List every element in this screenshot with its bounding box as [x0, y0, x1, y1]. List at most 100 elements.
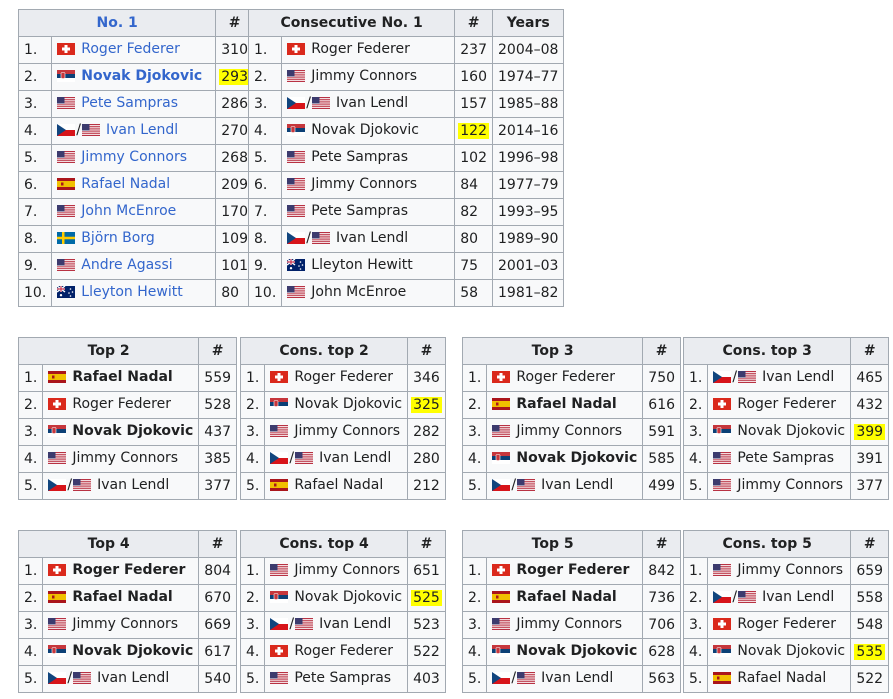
- usa-flag-icon: [48, 618, 67, 634]
- weeks-value: 499: [648, 478, 676, 494]
- weeks-count-cell: 157: [454, 90, 493, 118]
- rank-cell: 3.: [239, 611, 266, 639]
- switzerland-flag-icon: [713, 398, 732, 414]
- table-title-text: Cons. top 5: [722, 536, 812, 552]
- flag-separator: /: [76, 122, 81, 138]
- rank-cell: 8.: [17, 225, 53, 253]
- rank-cell: 3.: [17, 90, 53, 118]
- spain-flag-icon: [492, 398, 511, 414]
- weeks-count-cell: 399: [850, 418, 890, 446]
- usa-flag-icon: [57, 205, 76, 221]
- rank-cell: 3.: [461, 418, 488, 446]
- serbia-flag-icon: [270, 591, 289, 607]
- player-name: Rafael Nadal: [72, 369, 173, 385]
- rank-cell: 2.: [461, 391, 488, 419]
- czechoslovakia-flag-icon: [270, 618, 289, 634]
- table-row: 1. Roger Federer 750: [461, 364, 682, 392]
- table-row: 2. Roger Federer 528: [17, 391, 238, 419]
- serbia-flag-icon: [48, 425, 67, 441]
- player-name: Roger Federer: [737, 616, 836, 632]
- player-name[interactable]: Jimmy Connors: [81, 149, 187, 165]
- player-name: Ivan Lendl: [762, 589, 835, 605]
- weeks-count-cell: 82: [454, 198, 493, 226]
- weeks-value: 522: [856, 671, 884, 687]
- player-cell: Jimmy Connors: [42, 445, 200, 473]
- switzerland-flag-icon: [57, 43, 76, 59]
- player-name[interactable]: John McEnroe: [81, 203, 176, 219]
- player-name: Ivan Lendl: [97, 477, 170, 493]
- player-name[interactable]: Ivan Lendl: [106, 122, 178, 138]
- table-title-text[interactable]: No. 1: [96, 15, 137, 31]
- table-row: 4. Pete Sampras 391: [682, 445, 890, 473]
- rank-cell: 1.: [239, 557, 266, 585]
- player-name: Jimmy Connors: [737, 477, 844, 493]
- weeks-count-cell: 628: [642, 638, 682, 666]
- usa-flag-icon: [311, 97, 330, 113]
- usa-flag-icon: [738, 591, 757, 607]
- rank-cell: 1.: [682, 364, 709, 392]
- rank-cell: 2.: [247, 63, 283, 91]
- weeks-count-cell: 58: [454, 279, 493, 307]
- table-row: 8. Björn Borg 109: [17, 225, 254, 253]
- player-cell: Jimmy Connors: [707, 557, 852, 585]
- switzerland-flag-icon: [270, 371, 289, 387]
- weeks-value: 628: [648, 644, 676, 660]
- player-name[interactable]: Rafael Nadal: [81, 176, 170, 192]
- player-cell: Jimmy Connors: [707, 472, 852, 500]
- player-cell: Lleyton Hewitt: [281, 252, 456, 280]
- player-name: Pete Sampras: [311, 149, 408, 165]
- player-cell: Novak Djokovic: [42, 638, 200, 666]
- sweden-flag-icon: [57, 232, 76, 248]
- table-header-row: Cons. top 3 #: [682, 337, 890, 365]
- weeks-value: 548: [856, 617, 884, 633]
- weeks-value: 736: [648, 590, 676, 606]
- rank-cell: 5.: [239, 665, 266, 693]
- player-cell: / Ivan Lendl: [486, 665, 644, 693]
- rank-cell: 1.: [682, 557, 709, 585]
- weeks-count-cell: 651: [407, 557, 446, 585]
- spain-flag-icon: [48, 591, 67, 607]
- weeks-count-cell: 616: [642, 391, 682, 419]
- weeks-value: 109: [221, 231, 248, 247]
- player-cell: Novak Djokovic: [486, 445, 644, 473]
- table-title: Cons. top 2: [239, 337, 409, 365]
- weeks-value: 286: [221, 96, 248, 112]
- player-name[interactable]: Novak Djokovic: [81, 68, 202, 84]
- table-title: Consecutive No. 1: [247, 9, 456, 37]
- weeks-count-cell: 842: [642, 557, 682, 585]
- rank-cell: 3.: [247, 90, 283, 118]
- usa-flag-icon: [713, 479, 732, 495]
- count-column-header: #: [198, 337, 238, 365]
- player-name[interactable]: Roger Federer: [81, 41, 180, 57]
- player-name[interactable]: Andre Agassi: [81, 257, 172, 273]
- player-name: Pete Sampras: [311, 203, 408, 219]
- table-row: 3. Novak Djokovic 399: [682, 418, 890, 446]
- usa-flag-icon: [270, 564, 289, 580]
- table-title[interactable]: No. 1: [17, 9, 217, 37]
- rank-cell: 9.: [247, 252, 283, 280]
- weeks-count-cell: 522: [850, 665, 890, 693]
- player-name: Lleyton Hewitt: [311, 257, 413, 273]
- table-row: 7. Pete Sampras 82 1993–95: [247, 198, 565, 226]
- cons-top4-table: Cons. top 4 #1. Jimmy Connors 651 2. Novak Dj…: [239, 530, 446, 693]
- player-name: Novak Djokovic: [737, 423, 846, 439]
- count-column-header: #: [407, 530, 446, 558]
- years-cell: 1993–95: [491, 198, 565, 226]
- player-name[interactable]: Pete Sampras: [81, 95, 178, 111]
- player-name[interactable]: Lleyton Hewitt: [81, 284, 182, 300]
- highlighted-weeks-value: 535: [854, 644, 886, 660]
- player-name[interactable]: Björn Borg: [81, 230, 154, 246]
- rank-cell: 1.: [461, 557, 488, 585]
- table-row: 4. Novak Djokovic 617: [17, 638, 238, 666]
- table-title-text: Top 2: [87, 343, 130, 359]
- table-row: 6. Rafael Nadal 209: [17, 171, 254, 199]
- table-title-text: Top 3: [531, 343, 574, 359]
- usa-flag-icon: [311, 232, 330, 248]
- weeks-count-cell: 403: [407, 665, 446, 693]
- player-cell: Pete Sampras: [51, 90, 217, 118]
- player-cell: Novak Djokovic: [707, 638, 852, 666]
- player-cell: / Ivan Lendl: [264, 445, 409, 473]
- table-header-row: Cons. top 2 #: [239, 337, 446, 365]
- weeks-value: 522: [413, 644, 440, 660]
- table-title-text: Consecutive No. 1: [280, 15, 423, 31]
